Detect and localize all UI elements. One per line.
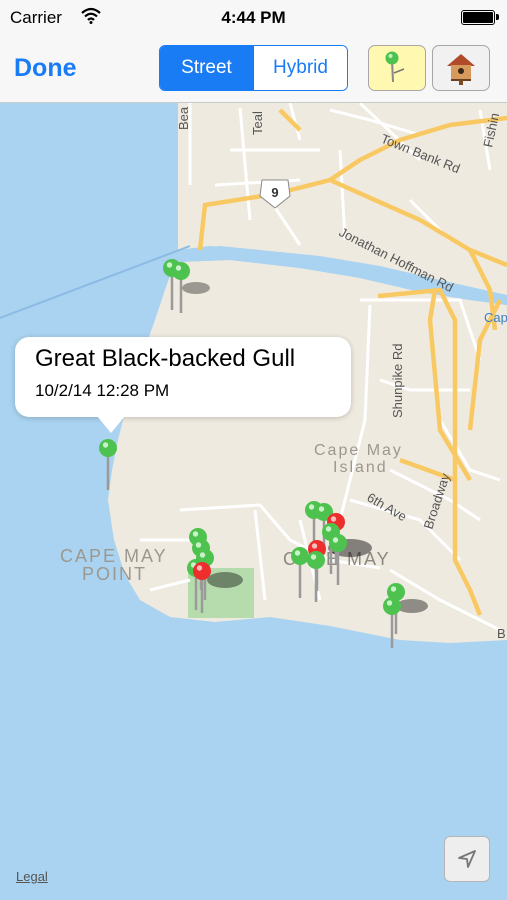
toolbar: Done Street Hybrid	[0, 36, 507, 103]
add-pin-button[interactable]	[368, 45, 426, 91]
teal-label: Teal	[250, 111, 265, 135]
birdhouse-button[interactable]	[432, 45, 490, 91]
battery-icon	[461, 10, 499, 25]
map-view[interactable]: 9 Town Bank Rd Jonathan Hoffman Rd Shunp…	[0, 103, 507, 900]
callout-date: 10/2/14 12:28 PM	[35, 381, 170, 400]
pin-callout[interactable]: Great Black-backed Gull 10/2/14 12:28 PM	[15, 337, 351, 433]
legal-link[interactable]: Legal	[16, 869, 48, 884]
street-segment[interactable]: Street	[160, 46, 253, 90]
b-edge-label: B	[497, 626, 506, 641]
map-type-segmented-control: Street Hybrid	[159, 45, 348, 91]
status-bar: Carrier 4:44 PM	[0, 0, 507, 36]
birdhouse-icon	[447, 54, 475, 85]
beach-label: Bea	[176, 106, 191, 130]
done-button[interactable]: Done	[14, 54, 77, 83]
cape-may-point-label-2: POINT	[82, 564, 147, 584]
green-pin-icon	[385, 51, 405, 83]
cape-may-island-label-1: Cape May	[314, 442, 403, 459]
route-9-label: 9	[271, 185, 278, 200]
shunpike-rd-label: Shunpike Rd	[390, 344, 405, 418]
hybrid-segment[interactable]: Hybrid	[253, 46, 347, 90]
cape-may-island-label-2: Island	[333, 459, 388, 476]
cape-may-point-label-1: CAPE MAY	[60, 546, 168, 566]
cap-label: Cap	[484, 310, 507, 325]
location-arrow-icon	[458, 850, 476, 868]
callout-title: Great Black-backed Gull	[35, 345, 296, 372]
clock: 4:44 PM	[221, 8, 286, 27]
current-location-button[interactable]	[444, 836, 490, 882]
